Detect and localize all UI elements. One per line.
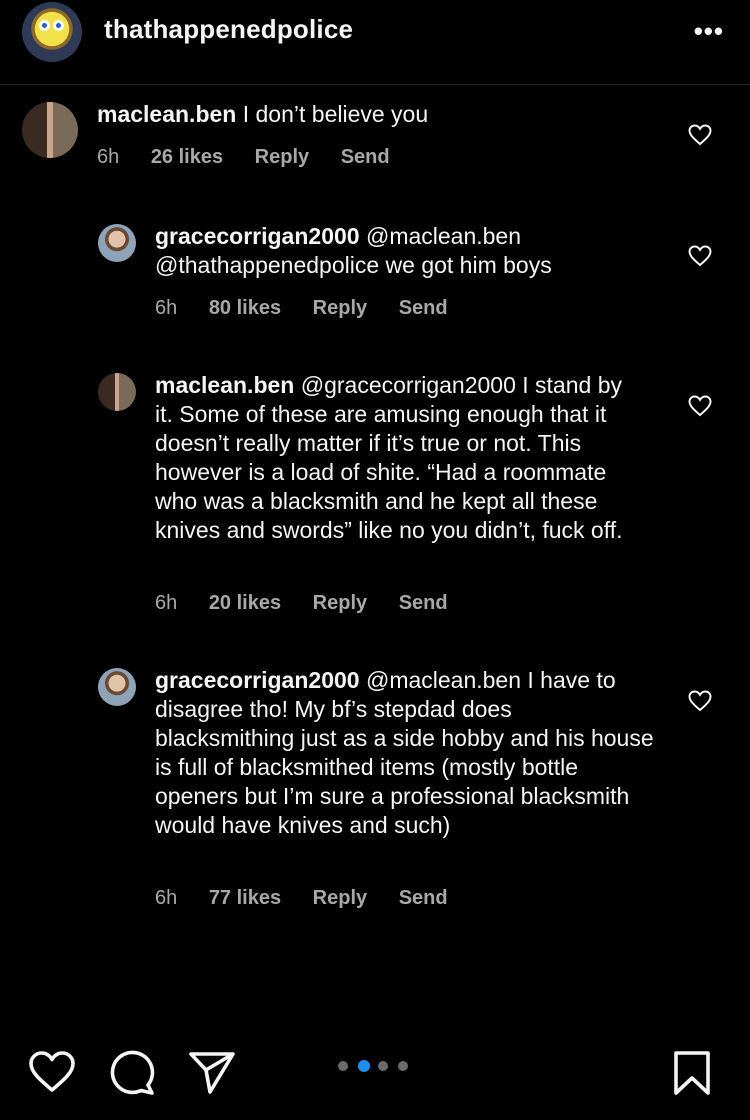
reply-button[interactable]: Reply (313, 887, 367, 909)
comment-username[interactable]: maclean.ben (155, 372, 294, 398)
reply-button[interactable]: Reply (313, 297, 367, 319)
comment-username[interactable]: gracecorrigan2000 (155, 223, 360, 249)
comment-text: I don’t believe you (242, 101, 429, 127)
comment-meta: 6h 80 likes Reply Send (155, 297, 474, 320)
avatar[interactable] (98, 224, 136, 262)
carousel-dot (358, 1060, 370, 1072)
send-button[interactable]: Send (341, 146, 390, 168)
comment-likes[interactable]: 20 likes (209, 592, 281, 614)
heart-icon[interactable] (28, 1050, 76, 1094)
comment-meta: 6h 77 likes Reply Send (155, 887, 474, 910)
comment-meta: 6h 26 likes Reply Send (97, 146, 416, 169)
more-options-icon[interactable]: ••• (694, 16, 724, 47)
send-button[interactable]: Send (399, 887, 448, 909)
comment-likes[interactable]: 26 likes (151, 146, 223, 168)
comment-username[interactable]: maclean.ben (97, 101, 236, 127)
comment-username[interactable]: gracecorrigan2000 (155, 667, 360, 693)
comment-body: maclean.ben I don’t believe you (97, 100, 667, 129)
like-heart-icon[interactable] (688, 690, 712, 712)
avatar[interactable] (98, 373, 136, 411)
profile-avatar[interactable] (22, 2, 82, 62)
comment-likes[interactable]: 77 likes (209, 887, 281, 909)
comment-reply: gracecorrigan2000 @maclean.ben I have to… (0, 666, 750, 916)
like-heart-icon[interactable] (688, 245, 712, 267)
share-icon[interactable] (188, 1050, 236, 1096)
post-header: thathappenedpolice ••• (0, 0, 750, 85)
carousel-dot (338, 1061, 348, 1071)
send-button[interactable]: Send (399, 592, 448, 614)
profile-username[interactable]: thathappenedpolice (104, 14, 353, 45)
carousel-dot (378, 1061, 388, 1071)
avatar[interactable] (98, 668, 136, 706)
bookmark-icon[interactable] (672, 1050, 712, 1096)
post-action-bar (0, 1040, 750, 1120)
comment-body: gracecorrigan2000 @maclean.ben @thathapp… (155, 222, 635, 280)
comment: maclean.ben I don’t believe you 6h 26 li… (0, 100, 750, 180)
like-heart-icon[interactable] (688, 395, 712, 417)
carousel-dot (398, 1061, 408, 1071)
send-button[interactable]: Send (399, 297, 448, 319)
comment-time: 6h (155, 297, 178, 319)
avatar[interactable] (22, 102, 78, 158)
comment-reply: maclean.ben @gracecorrigan2000 I stand b… (0, 371, 750, 621)
comment-time: 6h (155, 887, 178, 909)
comment-likes[interactable]: 80 likes (209, 297, 281, 319)
comment-icon[interactable] (108, 1050, 156, 1096)
like-heart-icon[interactable] (688, 124, 712, 146)
comment-time: 6h (155, 592, 178, 614)
reply-button[interactable]: Reply (255, 146, 309, 168)
comment-body: maclean.ben @gracecorrigan2000 I stand b… (155, 371, 645, 545)
reply-button[interactable]: Reply (313, 592, 367, 614)
comment-reply: gracecorrigan2000 @maclean.ben @thathapp… (0, 222, 750, 332)
comment-meta: 6h 20 likes Reply Send (155, 592, 474, 615)
comment-body: gracecorrigan2000 @maclean.ben I have to… (155, 666, 655, 840)
comment-time: 6h (97, 146, 120, 168)
